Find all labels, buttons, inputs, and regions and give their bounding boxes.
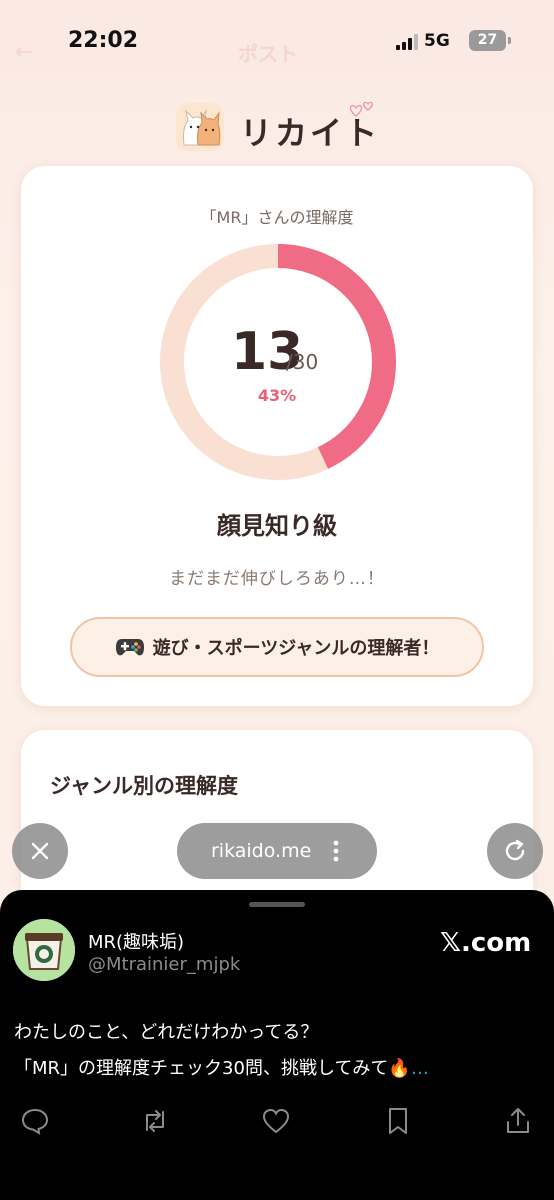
rank-comment: まだまだ伸びしろあり…！ <box>169 569 385 589</box>
bookmark-icon[interactable] <box>383 1106 413 1136</box>
x-logo-icon[interactable]: 𝕏.com <box>440 928 531 958</box>
avatar[interactable] <box>13 919 75 981</box>
battery-tip <box>508 37 511 44</box>
badge-label: 遊び・スポーツジャンルの理解者！ <box>152 638 440 659</box>
reload-icon <box>505 839 525 861</box>
more-vertical-icon[interactable] <box>333 839 339 863</box>
status-time: 22:02 <box>68 28 139 53</box>
post-text-line: 「MR」の理解度チェック30問、挑戦してみて🔥… <box>14 1054 429 1080</box>
user-handle: @Mtrainier_mjpk <box>88 954 241 975</box>
x-post-sheet: MR(趣味垢) @Mtrainier_mjpk 𝕏.com わたしのこと、どれだ… <box>0 890 554 1200</box>
close-icon <box>31 842 49 860</box>
share-icon[interactable] <box>503 1106 533 1136</box>
score-label: 「MR」さんの理解度 <box>200 208 354 227</box>
post-text-line: わたしのこと、どれだけわかってる？ <box>14 1022 319 1043</box>
cat-logo-icon <box>176 103 224 151</box>
network-type: 5G <box>424 31 450 51</box>
signal-icon <box>396 34 424 50</box>
rank-title: 顔見知り級 <box>217 512 337 540</box>
score-percent: 43% <box>257 386 297 405</box>
genre-title: ジャンル別の理解度 <box>50 774 238 798</box>
sheet-handle[interactable] <box>249 902 305 907</box>
reload-button[interactable] <box>487 823 543 879</box>
close-button[interactable] <box>12 823 68 879</box>
user-name: MR(趣味垢) <box>88 932 185 953</box>
back-arrow-icon[interactable]: ← <box>15 40 33 65</box>
repost-icon[interactable] <box>140 1106 170 1136</box>
header-title: ポスト <box>238 42 298 66</box>
score-card: 「MR」さんの理解度 13 /30 43% 顔見知り級 まだまだ伸びしろあり…！… <box>21 166 533 706</box>
status-bar: ← ポスト 22:02 5G 27 <box>0 0 554 80</box>
url-bar[interactable]: rikaido.me <box>177 823 377 879</box>
gamepad-icon <box>115 639 144 656</box>
show-more-link[interactable]: … <box>411 1058 429 1079</box>
hearts-icon <box>349 101 373 117</box>
battery-icon: 27 <box>469 30 506 51</box>
post-actions <box>0 1106 554 1136</box>
genre-badge: 遊び・スポーツジャンルの理解者！ <box>70 617 484 677</box>
score-total: /30 <box>286 350 319 374</box>
avatar-image-icon <box>13 919 75 981</box>
like-icon[interactable] <box>261 1106 291 1136</box>
url-text: rikaido.me <box>211 840 312 862</box>
post-text-body: 「MR」の理解度チェック30問、挑戦してみて🔥 <box>14 1058 411 1079</box>
reply-icon[interactable] <box>20 1106 50 1136</box>
